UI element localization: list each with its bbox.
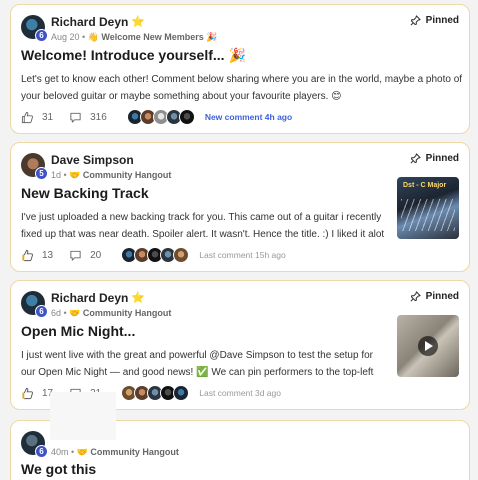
comment-icon[interactable] (69, 249, 82, 262)
activity-text[interactable]: New comment 4h ago (205, 112, 292, 122)
post-title[interactable]: We got this (21, 461, 96, 477)
comment-count: 20 (90, 249, 102, 261)
activity-text: Last comment 3d ago (199, 388, 281, 398)
pin-icon (410, 15, 421, 26)
author-name[interactable]: Dave Simpson (51, 153, 134, 168)
category-label[interactable]: 🤝 Community Hangout (69, 170, 171, 180)
post-excerpt[interactable]: I just went live with the great and powe… (21, 347, 386, 381)
category-label[interactable]: 👋 Welcome New Members 🎉 (88, 32, 218, 42)
post-card[interactable]: 5 Dave Simpson 1d • 🤝 Community Hangout … (10, 142, 470, 272)
author-name[interactable]: Richard Deyn (51, 291, 128, 306)
level-badge: 6 (35, 29, 48, 42)
post-excerpt[interactable]: Let's get to know each other! Comment be… (21, 71, 466, 105)
avatar[interactable]: 5 (21, 153, 48, 180)
commenter-avatar (173, 247, 190, 263)
post-date: 6d (51, 308, 62, 318)
pin-icon (410, 291, 421, 302)
category-label[interactable]: 🤝 Community Hangout (69, 308, 171, 318)
thumbs-up-icon-liked[interactable] (21, 387, 34, 400)
guitar-strings-image (401, 199, 455, 231)
activity-text: Last comment 15h ago (199, 250, 286, 260)
pinned-label: Pinned (425, 153, 459, 164)
thumbs-up-icon[interactable] (21, 111, 34, 124)
comment-count: 316 (90, 111, 107, 123)
post-thumbnail[interactable]: Dst - C Major (397, 177, 459, 239)
commenter-avatar (173, 385, 190, 401)
play-icon[interactable] (418, 336, 438, 356)
commenter-avatars[interactable] (121, 385, 190, 401)
post-date: 1d (51, 170, 62, 180)
pinned-indicator: Pinned (410, 153, 459, 164)
post-video-thumbnail[interactable] (397, 315, 459, 377)
commenter-avatars[interactable] (121, 247, 190, 263)
level-badge: 6 (35, 445, 48, 458)
hover-popup-overlay (50, 392, 116, 440)
avatar[interactable]: 6 (21, 15, 48, 42)
star-icon: ⭐ (131, 292, 146, 304)
post-title[interactable]: Welcome! Introduce yourself... 🎉 (21, 47, 246, 64)
post-footer: 31 316 New comment 4h ago (21, 109, 292, 125)
post-header: 5 Dave Simpson 1d • 🤝 Community Hangout (21, 153, 171, 182)
level-badge: 5 (35, 167, 48, 180)
thumbnail-caption: Dst - C Major (403, 182, 447, 189)
pinned-label: Pinned (425, 15, 459, 26)
post-card[interactable]: 6 Richard Deyn ⭐ Aug 20 • 👋 Welcome New … (10, 4, 470, 134)
post-date: Aug 20 (51, 32, 80, 42)
author-name[interactable]: Richard Deyn (51, 15, 128, 30)
pinned-indicator: Pinned (410, 15, 459, 26)
comment-icon[interactable] (69, 111, 82, 124)
avatar[interactable]: 6 (21, 431, 48, 458)
post-date: 40m (51, 447, 69, 457)
commenter-avatar (178, 109, 195, 125)
pinned-label: Pinned (425, 291, 459, 302)
level-badge: 6 (35, 305, 48, 318)
post-feed: 6 Richard Deyn ⭐ Aug 20 • 👋 Welcome New … (0, 0, 478, 480)
post-card[interactable]: 6 Richard Deyn ⭐ 6d • 🤝 Community Hangou… (10, 280, 470, 410)
thumbs-up-icon-liked[interactable] (21, 249, 34, 262)
post-title[interactable]: New Backing Track (21, 185, 149, 201)
like-count: 13 (42, 249, 54, 261)
post-excerpt[interactable]: I've just uploaded a new backing track f… (21, 209, 386, 243)
like-count: 31 (42, 111, 54, 123)
post-footer: 13 20 Last comment 15h ago (21, 247, 286, 263)
post-header: 6 Richard Deyn ⭐ 6d • 🤝 Community Hangou… (21, 291, 171, 320)
post-title[interactable]: Open Mic Night... (21, 323, 135, 339)
commenter-avatars[interactable] (126, 109, 195, 125)
pinned-indicator: Pinned (410, 291, 459, 302)
pin-icon (410, 153, 421, 164)
post-header: 6 Richard Deyn ⭐ Aug 20 • 👋 Welcome New … (21, 15, 218, 44)
star-icon: ⭐ (131, 16, 146, 28)
category-label[interactable]: 🤝 Community Hangout (77, 447, 179, 457)
avatar[interactable]: 6 (21, 291, 48, 318)
